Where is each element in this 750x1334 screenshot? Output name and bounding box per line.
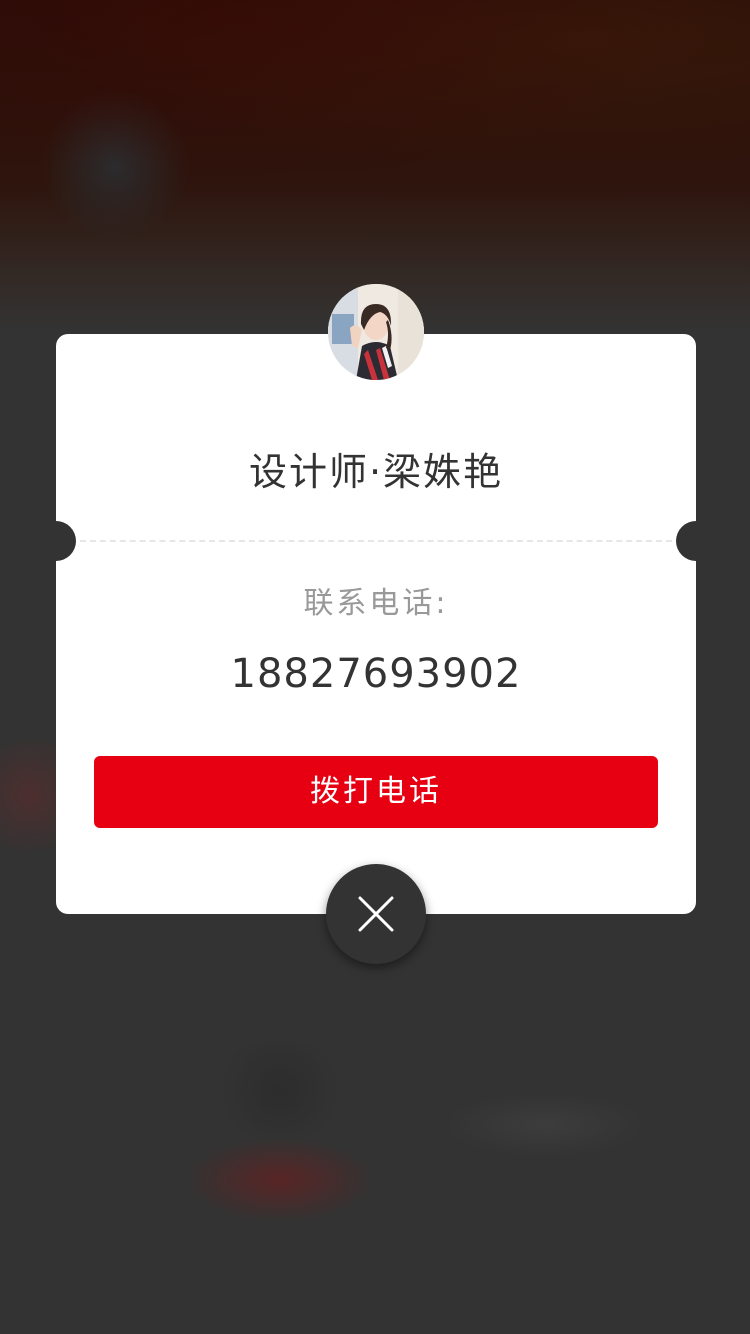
close-icon xyxy=(358,896,394,932)
blurred-background-shape xyxy=(210,1040,350,1140)
call-phone-button[interactable]: 拨打电话 xyxy=(94,756,658,828)
designer-name-title: 设计师·梁姝艳 xyxy=(248,450,504,494)
ticket-notch-left xyxy=(36,521,76,561)
phone-number: 18827693902 xyxy=(230,651,522,697)
ticket-notch-right xyxy=(676,521,716,561)
dashed-divider xyxy=(80,540,672,542)
designer-avatar-photo xyxy=(328,284,424,380)
avatar xyxy=(328,284,424,380)
contact-card: 设计师·梁姝艳 联系电话: 18827693902 拨打电话 xyxy=(36,334,716,914)
contact-dialog-screen: 设计师·梁姝艳 联系电话: 18827693902 拨打电话 xyxy=(0,0,750,1334)
close-button[interactable] xyxy=(326,864,426,964)
phone-label: 联系电话: xyxy=(303,586,449,621)
blurred-background-shape xyxy=(450,1095,640,1155)
blurred-background-shape xyxy=(190,1140,370,1220)
blurred-background-header xyxy=(0,0,750,330)
